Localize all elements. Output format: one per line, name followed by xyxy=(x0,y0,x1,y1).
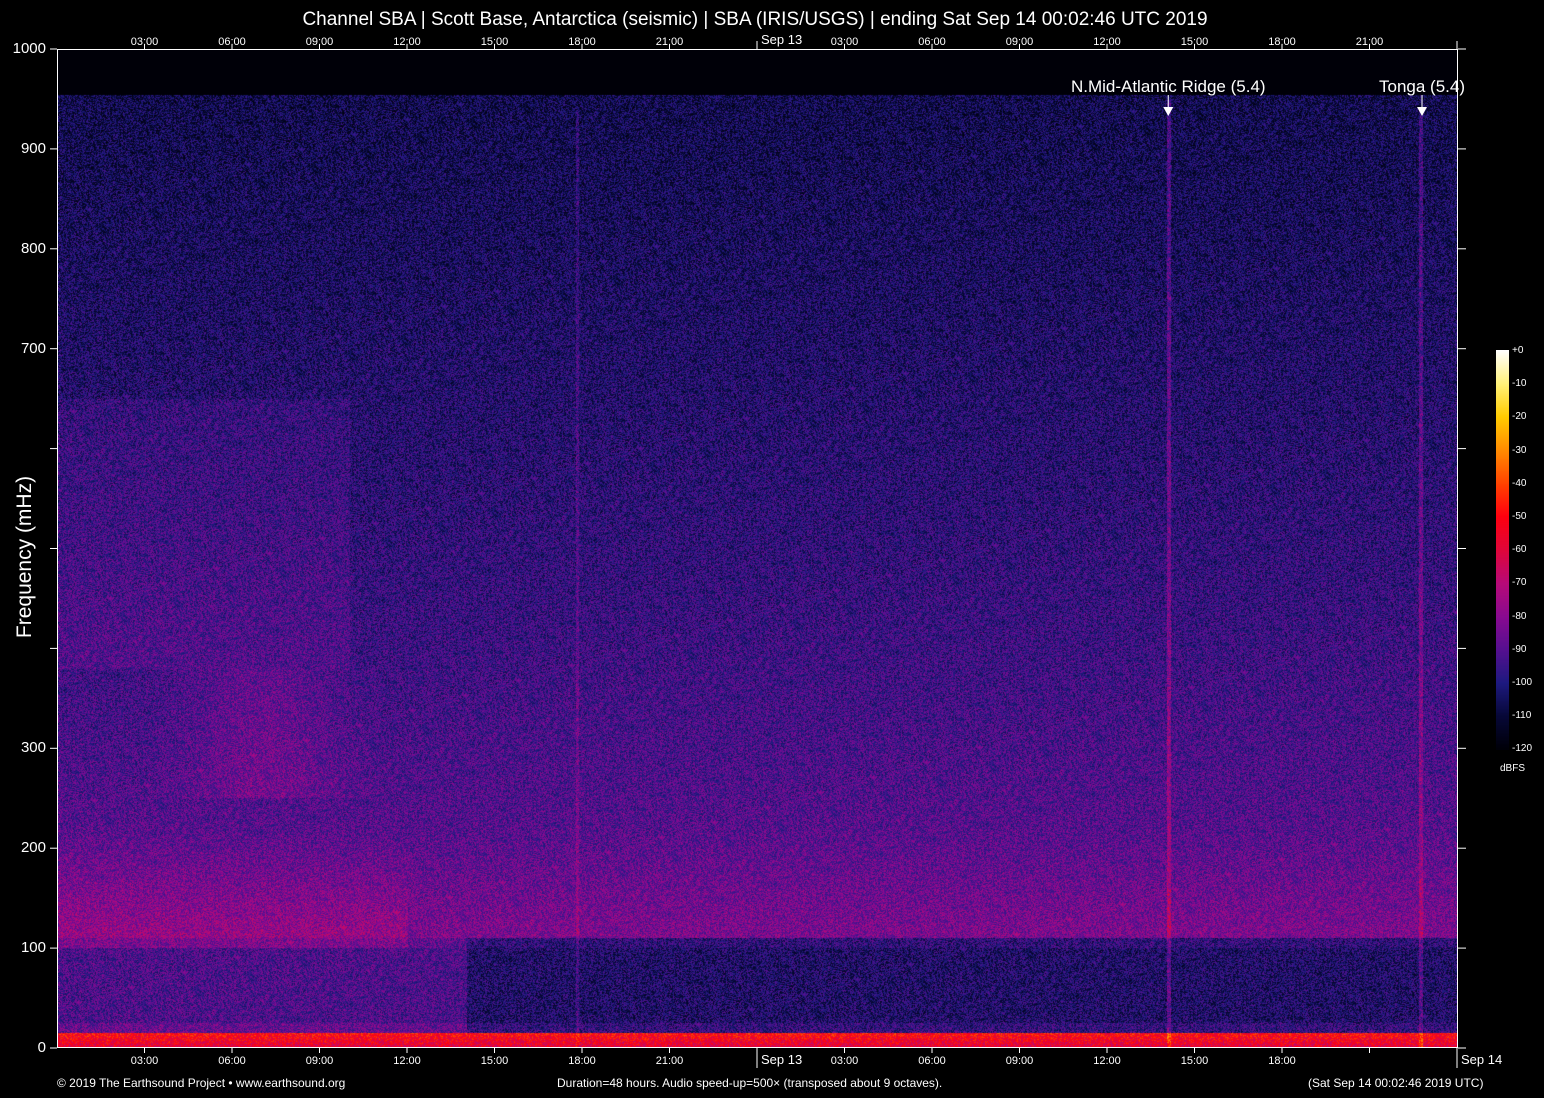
x-tick-label-top: 09:00 xyxy=(305,36,334,48)
x-tick-label-bottom: 21:00 xyxy=(655,1055,684,1067)
colorbar-tick-label: -70 xyxy=(1512,577,1527,589)
x-tick-label-bottom: 06:00 xyxy=(918,1055,946,1067)
y-tick-label: 900 xyxy=(20,139,46,157)
x-tick-label-bottom: 03:00 xyxy=(830,1055,859,1067)
x-tick-label-bottom: 15:00 xyxy=(1180,1055,1209,1067)
footer-copyright: © 2019 The Earthsound Project • www.eart… xyxy=(57,1076,346,1090)
y-tick-label: 700 xyxy=(20,339,46,357)
event-arrow-head xyxy=(1163,107,1174,116)
footer-timestamp: (Sat Sep 14 00:02:46 2019 UTC) xyxy=(1308,1076,1484,1090)
y-tick-label: 1000 xyxy=(12,40,46,57)
colorbar-tick-label: -60 xyxy=(1512,544,1527,556)
x-tick-label-top: 06:00 xyxy=(218,36,246,48)
x-tick-label-bottom: 12:00 xyxy=(393,1055,421,1067)
y-tick-label: 800 xyxy=(20,239,46,257)
colorbar-tick-label: +0 xyxy=(1512,345,1524,356)
x-tick-label-top: 18:00 xyxy=(1268,36,1296,48)
colorbar-tick-label: -110 xyxy=(1512,710,1532,722)
x-tick-label-bottom: 18:00 xyxy=(568,1055,596,1067)
colorbar-tick-label: -10 xyxy=(1512,378,1527,390)
event-annotation: Tonga (5.4) xyxy=(1379,77,1465,96)
x-tick-label-top: 21:00 xyxy=(655,36,684,48)
event-annotation: N.Mid-Atlantic Ridge (5.4) xyxy=(1070,77,1266,96)
axes-ticks xyxy=(50,41,1466,1068)
colorbar-label: dBFS xyxy=(1500,763,1526,774)
x-tick-label-top: 12:00 xyxy=(393,36,421,48)
x-tick-label-top: 06:00 xyxy=(918,36,946,48)
colorbar-tick-label: -30 xyxy=(1512,444,1527,456)
y-tick-label: 300 xyxy=(20,739,46,757)
footer-duration: Duration=48 hours. Audio speed-up=500× (… xyxy=(557,1076,943,1090)
colorbar-tick-label: -40 xyxy=(1512,477,1527,489)
colorbar-tick-label: -20 xyxy=(1512,411,1527,423)
x-tick-label-top: 03:00 xyxy=(830,36,859,48)
x-tick-label-top: 15:00 xyxy=(1180,36,1209,48)
x-day-label-top: Sep 13 xyxy=(761,32,803,47)
x-tick-label-top: 18:00 xyxy=(568,36,596,48)
x-day-label-bottom: Sep 14 xyxy=(1461,1052,1503,1067)
x-tick-label-top: 12:00 xyxy=(1093,36,1121,48)
x-tick-label-bottom: 12:00 xyxy=(1093,1055,1121,1067)
event-arrow-head xyxy=(1417,107,1427,116)
colorbar xyxy=(1496,350,1509,750)
x-day-label-bottom: Sep 13 xyxy=(761,1052,803,1067)
y-tick-label: 100 xyxy=(20,939,46,957)
x-tick-label-bottom: 06:00 xyxy=(218,1055,246,1067)
x-tick-label-top: 21:00 xyxy=(1355,36,1384,48)
y-axis-title: Frequency (mHz) xyxy=(13,475,36,639)
x-tick-label-bottom: 18:00 xyxy=(1268,1055,1296,1067)
colorbar-tick-label: -90 xyxy=(1512,643,1527,655)
x-tick-label-top: 09:00 xyxy=(1005,36,1034,48)
y-tick-label: 0 xyxy=(37,1039,46,1056)
x-tick-label-bottom: 15:00 xyxy=(480,1055,509,1067)
y-tick-label: 200 xyxy=(20,839,46,857)
colorbar-tick-label: -100 xyxy=(1512,677,1533,688)
x-tick-label-top: 03:00 xyxy=(130,36,159,48)
colorbar-tick-label: -120 xyxy=(1512,743,1533,755)
x-tick-label-top: 15:00 xyxy=(480,36,509,48)
x-tick-label-bottom: 03:00 xyxy=(130,1055,159,1067)
x-tick-label-bottom: 09:00 xyxy=(305,1055,334,1067)
x-tick-label-bottom: 09:00 xyxy=(1005,1055,1034,1067)
colorbar-tick-label: -50 xyxy=(1512,511,1527,522)
colorbar-tick-label: -80 xyxy=(1512,610,1527,622)
